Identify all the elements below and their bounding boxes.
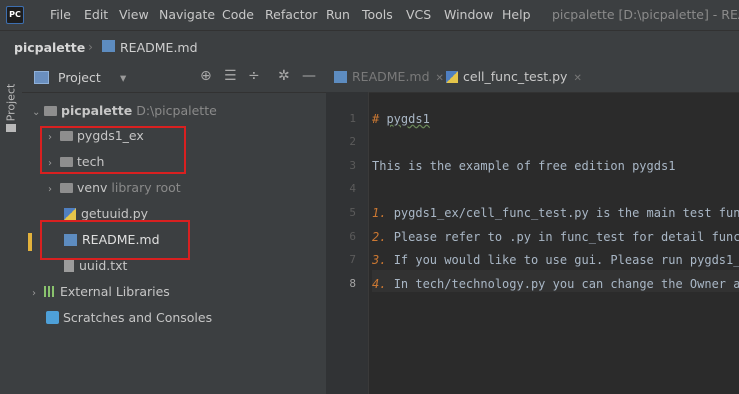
markdown-file-icon xyxy=(102,40,115,52)
line-prefix: # xyxy=(372,112,387,126)
line-gutter: 1 2 3 4 5 6 7 8 xyxy=(326,92,369,394)
tree-item-venv[interactable]: › venv library root xyxy=(48,177,181,199)
code-line: 1. pygds1_ex/cell_func_test.py is the ma… xyxy=(372,206,739,220)
menu-refactor[interactable]: Refactor xyxy=(265,7,317,22)
line-text: Please refer to .py in func_test for det… xyxy=(393,230,739,244)
line-number: 6 xyxy=(349,230,356,243)
menu-view[interactable]: View xyxy=(119,7,149,22)
menu-window[interactable]: Window xyxy=(444,7,493,22)
tree-item-label: uuid.txt xyxy=(79,258,128,273)
expand-all-icon[interactable]: ☰ xyxy=(224,68,237,84)
line-prefix: 4. xyxy=(372,277,394,291)
tool-window-strip: Project xyxy=(0,62,23,394)
breadcrumb-file[interactable]: README.md xyxy=(120,40,198,55)
project-view-selector[interactable]: Project xyxy=(58,70,101,85)
line-text: pygds1_ex/cell_func_test.py is the main … xyxy=(393,206,739,220)
tree-item-scratches[interactable]: Scratches and Consoles xyxy=(46,307,212,329)
line-text: If you would like to use gui. Please run… xyxy=(393,253,739,267)
tree-root[interactable]: ⌄ picpalette D:\picpalette xyxy=(32,100,217,122)
code-line: 2. Please refer to .py in func_test for … xyxy=(372,230,739,244)
collapse-all-icon[interactable]: ÷ xyxy=(248,68,260,84)
folder-icon xyxy=(44,106,57,116)
tree-item-suffix: library root xyxy=(111,180,181,195)
editor-tabs: README.md ✕ cell_func_test.py ✕ xyxy=(326,62,739,93)
library-icon xyxy=(44,286,56,297)
line-number: 3 xyxy=(349,159,356,172)
close-icon[interactable]: ✕ xyxy=(573,73,581,84)
line-number: 8 xyxy=(349,277,356,290)
locate-icon[interactable]: ⊕ xyxy=(200,68,212,84)
app-logo-icon: PC xyxy=(6,6,24,24)
folder-icon[interactable] xyxy=(6,124,16,132)
line-text: pygds1 xyxy=(386,112,430,126)
line-prefix: 2. xyxy=(372,230,394,244)
code-line: 3. If you would like to use gui. Please … xyxy=(372,253,739,267)
highlight-box-readme xyxy=(40,220,190,260)
window-title: picpalette [D:\picpalette] - READM xyxy=(552,7,739,22)
gear-icon[interactable]: ✲ xyxy=(278,68,290,84)
code-line: # pygds1 xyxy=(372,112,430,126)
code-area[interactable]: # pygds1 This is the example of free edi… xyxy=(372,92,739,394)
markdown-file-icon xyxy=(334,71,347,83)
highlight-box-folders xyxy=(40,126,186,174)
menu-vcs[interactable]: VCS xyxy=(406,7,431,22)
hide-panel-icon[interactable]: — xyxy=(302,68,316,84)
project-view-icon xyxy=(34,71,49,84)
chevron-right-icon: › xyxy=(88,39,93,54)
tree-item-label: getuuid.py xyxy=(81,206,149,221)
tree-item-label: Scratches and Consoles xyxy=(63,310,213,325)
tab-label: cell_func_test.py xyxy=(463,69,568,84)
project-panel-header: Project ▾ ⊕ ☰ ÷ ✲ — xyxy=(22,62,326,93)
tree-root-name: picpalette xyxy=(61,103,133,118)
tab-readme[interactable]: README.md ✕ xyxy=(334,62,444,92)
line-number: 5 xyxy=(349,206,356,219)
line-prefix: 1. xyxy=(372,206,394,220)
code-line: 4. In tech/technology.py you can change … xyxy=(372,277,739,291)
breadcrumb-project[interactable]: picpalette xyxy=(14,40,85,55)
tree-item-external-libraries[interactable]: › External Libraries xyxy=(32,281,170,303)
tree-item-label: venv xyxy=(77,180,108,195)
chevron-right-icon[interactable]: › xyxy=(32,283,44,305)
python-file-icon xyxy=(64,208,76,220)
menu-help[interactable]: Help xyxy=(502,7,531,22)
editor-area: README.md ✕ cell_func_test.py ✕ 1 2 3 4 5 … xyxy=(326,62,739,394)
python-file-icon xyxy=(446,71,458,83)
menu-run[interactable]: Run xyxy=(326,7,350,22)
menu-navigate[interactable]: Navigate xyxy=(159,7,215,22)
menu-bar: PC File Edit View Navigate Code Refactor… xyxy=(0,0,739,30)
menu-edit[interactable]: Edit xyxy=(84,7,108,22)
tab-cell-func-test[interactable]: cell_func_test.py ✕ xyxy=(446,62,582,92)
line-number: 4 xyxy=(349,182,356,195)
tree-root-path: D:\picpalette xyxy=(136,103,217,118)
menu-tools[interactable]: Tools xyxy=(362,7,393,22)
folder-icon xyxy=(60,183,73,193)
scratches-icon xyxy=(46,311,59,324)
tab-label: README.md xyxy=(352,69,430,84)
line-number: 1 xyxy=(349,112,356,125)
line-prefix: 3. xyxy=(372,253,394,267)
menu-code[interactable]: Code xyxy=(222,7,254,22)
line-text: In tech/technology.py you can change the… xyxy=(393,277,739,291)
chevron-down-icon[interactable]: ⌄ xyxy=(32,102,44,124)
chevron-down-icon[interactable]: ▾ xyxy=(120,70,126,85)
line-text: This is the example of free edition pygd… xyxy=(372,159,676,173)
code-line: This is the example of free edition pygd… xyxy=(372,159,675,173)
text-file-icon xyxy=(64,260,74,272)
line-number: 2 xyxy=(349,135,356,148)
bookmark-marker xyxy=(28,233,32,251)
close-icon[interactable]: ✕ xyxy=(436,73,444,84)
menu-file[interactable]: File xyxy=(50,7,71,22)
project-panel: Project ▾ ⊕ ☰ ÷ ✲ — ⌄ picpalette D:\picpa… xyxy=(22,62,326,394)
tree-item-label: External Libraries xyxy=(60,284,170,299)
line-number: 7 xyxy=(349,253,356,266)
navigation-bar: picpalette › README.md xyxy=(0,30,739,63)
chevron-right-icon[interactable]: › xyxy=(48,179,60,201)
project-tool-button[interactable]: Project xyxy=(4,84,17,122)
